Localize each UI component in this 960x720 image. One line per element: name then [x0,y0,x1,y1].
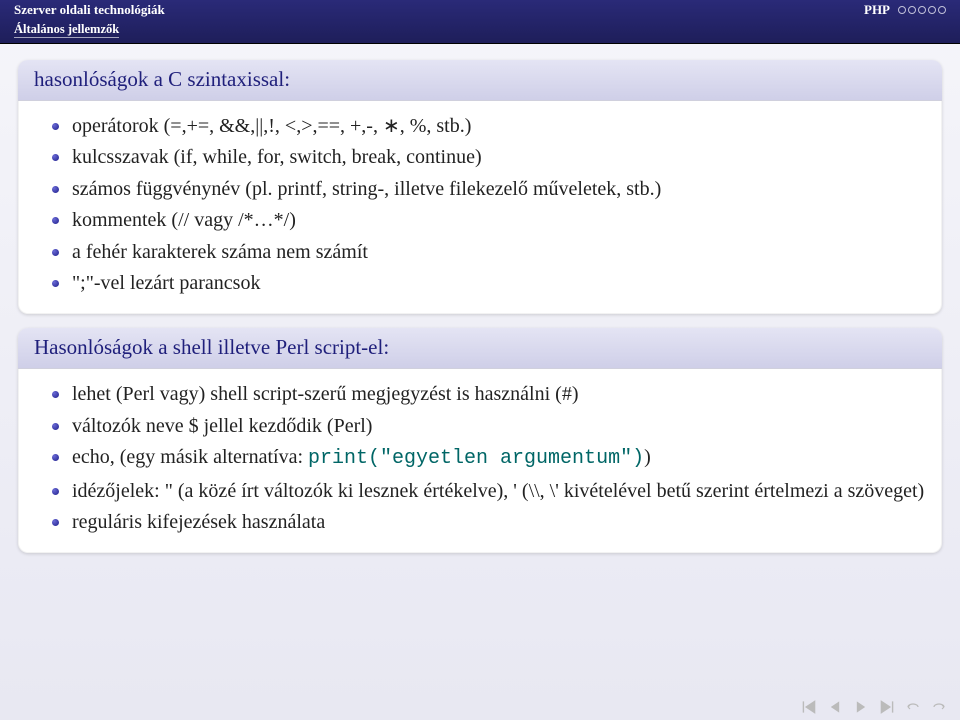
list-item: operátorok (=,+=, &&,||,!, <,>,==, +,-, … [48,112,930,140]
header-sub-label: Általános jellemzők [14,22,119,38]
list-item: lehet (Perl vagy) shell script-szerű meg… [48,380,930,408]
list-item: változók neve $ jellel kezdődik (Perl) [48,412,930,440]
nav-first-icon[interactable] [802,700,816,714]
header-section-right: PHP [864,2,946,18]
list-item: a fehér karakterek száma nem számít [48,238,930,266]
list-item: kommentek (// vagy /*…*/) [48,206,930,234]
header-row-1: Szerver oldali technológiák PHP [14,2,946,20]
block-body: lehet (Perl vagy) shell script-szerű meg… [18,369,942,553]
block-c-syntax: hasonlóságok a C szintaxissal: operátoro… [18,60,942,314]
dot-icon [928,6,936,14]
dot-icon [898,6,906,14]
header-right-label: PHP [864,2,890,18]
list-item: reguláris kifejezések használata [48,508,930,536]
list-item: kulcsszavak (if, while, for, switch, bre… [48,143,930,171]
dot-icon [938,6,946,14]
list-item: echo, (egy másik alternatíva: print("egy… [48,443,930,473]
block-title: Hasonlóságok a shell illetve Perl script… [18,328,942,369]
block-shell-perl: Hasonlóságok a shell illetve Perl script… [18,328,942,553]
slide-content: hasonlóságok a C szintaxissal: operátoro… [0,44,960,555]
nav-forward-icon[interactable] [932,700,946,714]
block-title: hasonlóságok a C szintaxissal: [18,60,942,101]
dot-icon [908,6,916,14]
nav-next-icon[interactable] [854,700,868,714]
nav-prev-icon[interactable] [828,700,842,714]
list-item: ";"-vel lezárt parancsok [48,269,930,297]
list-item: számos függvénynév (pl. printf, string-,… [48,175,930,203]
header-subsection: Általános jellemzők [14,20,946,37]
text: ) [644,446,651,468]
block-body: operátorok (=,+=, &&,||,!, <,>,==, +,-, … [18,101,942,314]
text: echo, (egy másik alternatíva: [72,446,308,468]
code-text: print("egyetlen argumentum") [308,447,644,470]
nav-last-icon[interactable] [880,700,894,714]
list-item: idézőjelek: " (a közé írt változók ki le… [48,477,930,505]
slide-header: Szerver oldali technológiák PHP Általáno… [0,0,960,44]
dot-icon [918,6,926,14]
nav-footer [802,700,946,714]
nav-back-icon[interactable] [906,700,920,714]
progress-dots [898,6,946,14]
header-section-left: Szerver oldali technológiák [14,2,165,18]
